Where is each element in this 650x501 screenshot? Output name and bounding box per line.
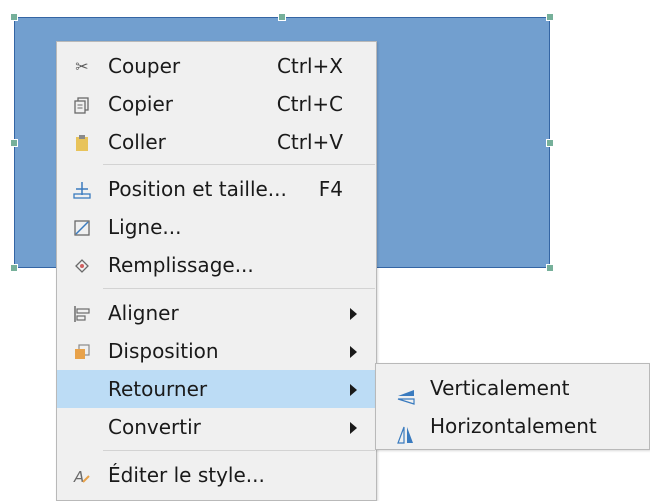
- submenu-item-flip-vertically[interactable]: Verticalement: [376, 369, 649, 407]
- fill-icon: [73, 257, 91, 275]
- menu-item-label: Couper: [108, 54, 181, 78]
- submenu-arrow-icon: [350, 384, 357, 396]
- resize-handle-middle-right[interactable]: [546, 139, 554, 147]
- arrange-icon: [73, 343, 91, 361]
- align-icon: [73, 305, 91, 323]
- submenu-arrow-icon: [350, 422, 357, 434]
- svg-text:A: A: [73, 468, 84, 485]
- resize-handle-top-right[interactable]: [546, 13, 554, 21]
- menu-item-label: Disposition: [108, 339, 219, 363]
- resize-handle-bottom-right[interactable]: [546, 264, 554, 272]
- menu-separator: [103, 164, 375, 165]
- position-size-icon: [73, 181, 91, 199]
- submenu-item-flip-horizontally[interactable]: Horizontalement: [376, 407, 649, 445]
- menu-item-arrange[interactable]: Disposition: [57, 332, 376, 370]
- menu-item-edit-style[interactable]: A Éditer le style...: [57, 456, 376, 494]
- resize-handle-top-left[interactable]: [10, 13, 18, 21]
- menu-item-label: Convertir: [108, 415, 201, 439]
- menu-item-label: Copier: [108, 92, 173, 116]
- menu-item-shortcut: Ctrl+X: [276, 54, 343, 78]
- menu-separator: [103, 450, 375, 451]
- resize-handle-middle-left[interactable]: [10, 139, 18, 147]
- submenu-item-label: Verticalement: [430, 376, 570, 400]
- menu-item-copy[interactable]: Copier Ctrl+C: [57, 85, 376, 123]
- menu-item-shortcut: F4: [318, 177, 343, 201]
- submenu-arrow-icon: [350, 308, 357, 320]
- menu-item-label: Position et taille...: [108, 177, 287, 201]
- submenu-item-label: Horizontalement: [430, 414, 597, 438]
- flip-vertical-icon: [396, 380, 416, 405]
- line-icon: [73, 219, 91, 237]
- menu-item-shortcut: Ctrl+V: [276, 130, 343, 154]
- menu-item-line[interactable]: Ligne...: [57, 208, 376, 246]
- paste-icon: [73, 134, 91, 152]
- edit-style-icon: A: [73, 467, 91, 486]
- menu-item-label: Retourner: [108, 377, 208, 401]
- menu-item-align[interactable]: Aligner: [57, 294, 376, 332]
- scissors-icon: ✂: [75, 57, 89, 76]
- menu-item-label: Aligner: [108, 301, 179, 325]
- menu-item-label: Remplissage...: [108, 253, 254, 277]
- menu-separator: [103, 288, 375, 289]
- submenu-arrow-icon: [350, 346, 357, 358]
- menu-item-flip[interactable]: Retourner: [57, 370, 376, 408]
- menu-item-label: Coller: [108, 130, 166, 154]
- menu-item-shortcut: Ctrl+C: [276, 92, 343, 116]
- context-menu: ✂ Couper Ctrl+X Copier Ctrl+C Coller Ctr…: [56, 41, 377, 501]
- menu-item-cut[interactable]: ✂ Couper Ctrl+X: [57, 47, 376, 85]
- menu-item-label: Éditer le style...: [108, 463, 265, 487]
- menu-item-fill[interactable]: Remplissage...: [57, 246, 376, 284]
- flip-horizontal-icon: [396, 418, 416, 444]
- resize-handle-bottom-left[interactable]: [10, 264, 18, 272]
- menu-item-paste[interactable]: Coller Ctrl+V: [57, 123, 376, 161]
- resize-handle-top-center[interactable]: [278, 13, 286, 21]
- menu-item-convert[interactable]: Convertir: [57, 408, 376, 446]
- menu-item-position-size[interactable]: Position et taille... F4: [57, 170, 376, 208]
- copy-icon: [73, 96, 91, 114]
- flip-submenu: Verticalement Horizontalement: [375, 363, 650, 450]
- menu-item-label: Ligne...: [108, 215, 182, 239]
